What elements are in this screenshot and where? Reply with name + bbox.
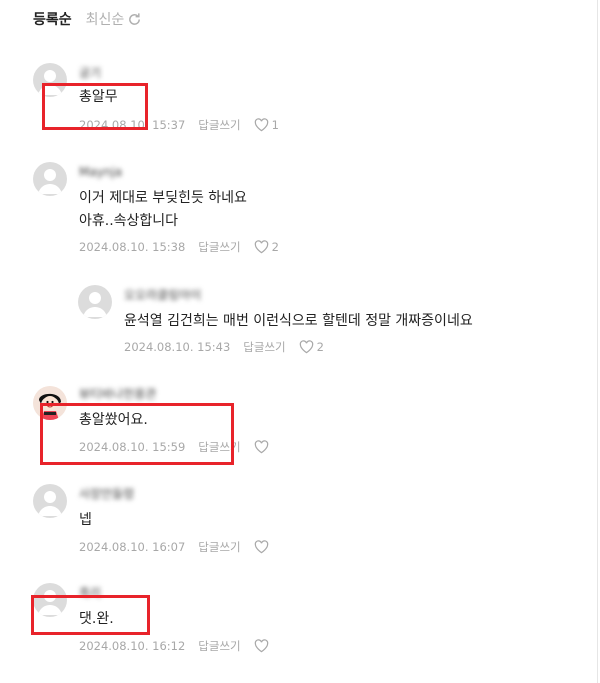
like-button[interactable]	[254, 540, 272, 554]
heart-icon	[254, 118, 268, 132]
comment-nickname[interactable]: 오오라클링아이	[124, 288, 201, 302]
reply-button[interactable]: 답글쓰기	[198, 638, 240, 654]
comment-nickname[interactable]: Maynja	[79, 165, 122, 179]
avatar[interactable]	[33, 583, 67, 617]
comment-meta: 2024.08.10. 15:43 답글쓰기 2	[124, 339, 324, 355]
like-button[interactable]: 2	[254, 240, 279, 254]
comment-text: 총알무	[79, 89, 118, 105]
comment-meta: 2024.08.10. 15:37 답글쓰기 1	[79, 117, 279, 133]
comment-text: 댓.완.	[79, 611, 114, 627]
heart-icon	[254, 540, 268, 554]
avatar[interactable]	[33, 386, 67, 420]
sort-bar: 등록순 최신순	[33, 8, 142, 30]
reply-button[interactable]: 답글쓰기	[243, 339, 285, 355]
comment-meta: 2024.08.10. 15:59 답글쓰기	[79, 439, 272, 455]
heart-icon	[254, 240, 268, 254]
comment-meta: 2024.08.10. 15:38 답글쓰기 2	[79, 239, 279, 255]
avatar[interactable]	[33, 162, 67, 196]
heart-icon	[254, 440, 268, 454]
like-count: 2	[271, 240, 279, 254]
comment-date: 2024.08.10. 16:07	[79, 540, 186, 554]
sort-by-latest[interactable]: 최신순	[86, 9, 125, 29]
comment-date: 2024.08.10. 15:38	[79, 240, 186, 254]
avatar[interactable]	[33, 484, 67, 518]
panel-border	[597, 0, 598, 683]
comment-meta: 2024.08.10. 16:12 답글쓰기	[79, 638, 272, 654]
like-count: 1	[271, 118, 279, 132]
reply-button[interactable]: 답글쓰기	[198, 239, 240, 255]
reply-button[interactable]: 답글쓰기	[198, 439, 240, 455]
comment-nickname[interactable]: 뷰티바나헌용관	[79, 387, 156, 401]
comment-date: 2024.08.10. 16:12	[79, 639, 186, 653]
comment-date: 2024.08.10. 15:37	[79, 118, 186, 132]
reply-button[interactable]: 답글쓰기	[198, 117, 240, 133]
comment-text: 윤석열 김건희는 매번 이런식으로 할텐데 정말 개짜증이네요	[124, 313, 473, 329]
comment-text: 이거 제대로 부딪힌듯 하네요 아휴..속상합니다	[79, 190, 247, 229]
like-button[interactable]: 2	[299, 340, 324, 354]
like-button[interactable]	[254, 440, 272, 454]
reply-button[interactable]: 답글쓰기	[198, 539, 240, 555]
refresh-icon[interactable]	[127, 12, 142, 27]
comment-text: 넵	[79, 512, 92, 528]
comment-meta: 2024.08.10. 16:07 답글쓰기	[79, 539, 272, 555]
sort-by-registration[interactable]: 등록순	[33, 9, 72, 29]
comment-nickname[interactable]: 사장만들령	[79, 487, 134, 501]
like-button[interactable]: 1	[254, 118, 279, 132]
comment-text: 총알쐈어요.	[79, 412, 148, 428]
like-count: 2	[316, 340, 324, 354]
heart-icon	[299, 340, 313, 354]
avatar[interactable]	[78, 285, 112, 319]
comment-nickname[interactable]: 흑리	[79, 586, 101, 600]
comment-nickname[interactable]: 궁기	[79, 66, 101, 80]
comment-date: 2024.08.10. 15:59	[79, 440, 186, 454]
like-button[interactable]	[254, 639, 272, 653]
avatar[interactable]	[33, 63, 67, 97]
heart-icon	[254, 639, 268, 653]
comment-date: 2024.08.10. 15:43	[124, 340, 231, 354]
